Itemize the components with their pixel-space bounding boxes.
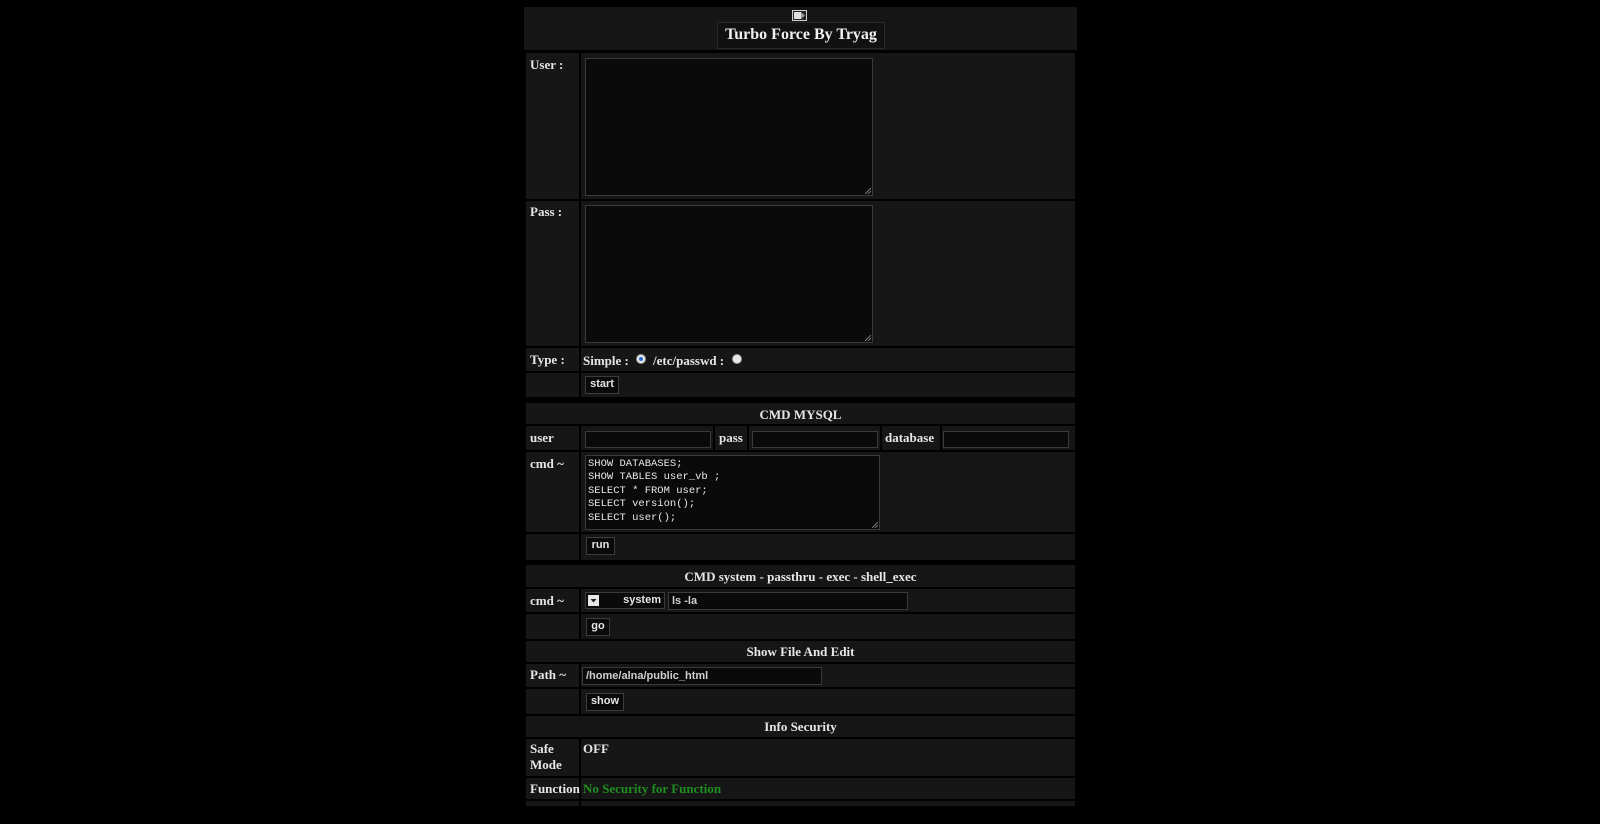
- divider: [526, 776, 1075, 778]
- resize-handle-icon[interactable]: [865, 335, 871, 341]
- divider: [940, 424, 942, 450]
- divider: [526, 737, 1075, 739]
- divider: [526, 612, 1075, 614]
- system-cmd-input[interactable]: [668, 592, 908, 610]
- file-title: Show File And Edit: [746, 644, 855, 659]
- system-title: CMD system - passthru - exec - shell_exe…: [684, 569, 917, 584]
- mysql-pass-input[interactable]: [752, 431, 878, 448]
- divider: [526, 662, 1075, 664]
- page-title: Turbo Force By Tryag: [725, 26, 877, 43]
- mysql-database-label: database: [885, 430, 935, 445]
- mysql-title: CMD MYSQL: [759, 407, 842, 422]
- divider: [747, 424, 749, 450]
- simple-radio[interactable]: [636, 354, 646, 364]
- divider: [526, 199, 1075, 201]
- divider: [579, 424, 581, 560]
- safe-mode-value: OFF: [583, 741, 609, 756]
- divider: [880, 424, 882, 450]
- divider: [713, 424, 715, 450]
- mysql-database-input[interactable]: [943, 431, 1069, 448]
- go-button[interactable]: go: [586, 618, 610, 636]
- divider: [526, 371, 1075, 373]
- user-textarea[interactable]: [585, 58, 873, 196]
- passwd-radio[interactable]: [732, 354, 742, 364]
- function-label: Function: [530, 781, 580, 796]
- path-label: Path ~: [530, 667, 567, 682]
- safe-mode-label-line1: Safe: [530, 741, 554, 756]
- broken-image-icon: [792, 10, 807, 21]
- simple-label: Simple :: [583, 353, 629, 368]
- pass-textarea[interactable]: [585, 205, 873, 343]
- resize-handle-icon[interactable]: [865, 188, 871, 194]
- resize-handle-icon[interactable]: [872, 522, 878, 528]
- function-select-value: system: [623, 594, 661, 606]
- passwd-label: /etc/passwd :: [653, 353, 725, 368]
- divider: [579, 587, 581, 639]
- mysql-cmd-label: cmd ~: [530, 456, 564, 471]
- safe-mode-label-line2: Mode: [530, 757, 562, 772]
- chevron-down-icon[interactable]: [588, 595, 599, 606]
- divider: [526, 587, 1075, 589]
- function-select[interactable]: system: [585, 592, 665, 609]
- pass-label: Pass :: [530, 204, 563, 219]
- show-button[interactable]: show: [586, 693, 624, 711]
- divider: [526, 450, 1075, 452]
- mysql-pass-label: pass: [719, 430, 743, 445]
- type-label: Type :: [530, 352, 565, 367]
- system-cmd-label: cmd ~: [530, 593, 564, 608]
- function-status-value: No Security for Function: [583, 781, 722, 796]
- start-button[interactable]: start: [585, 376, 619, 394]
- mysql-user-label: user: [530, 430, 554, 445]
- security-title: Info Security: [764, 719, 837, 734]
- user-label: User :: [530, 57, 564, 72]
- mysql-cmd-textarea[interactable]: [585, 455, 880, 530]
- divider: [526, 687, 1075, 689]
- path-input[interactable]: [582, 667, 822, 685]
- divider: [526, 424, 1075, 426]
- divider: [526, 799, 1075, 801]
- safe-mode-label: Safe Mode: [530, 741, 562, 773]
- divider: [526, 532, 1075, 534]
- run-button[interactable]: run: [586, 537, 615, 555]
- divider: [526, 346, 1075, 348]
- divider: [579, 662, 581, 714]
- mysql-user-input[interactable]: [585, 431, 711, 448]
